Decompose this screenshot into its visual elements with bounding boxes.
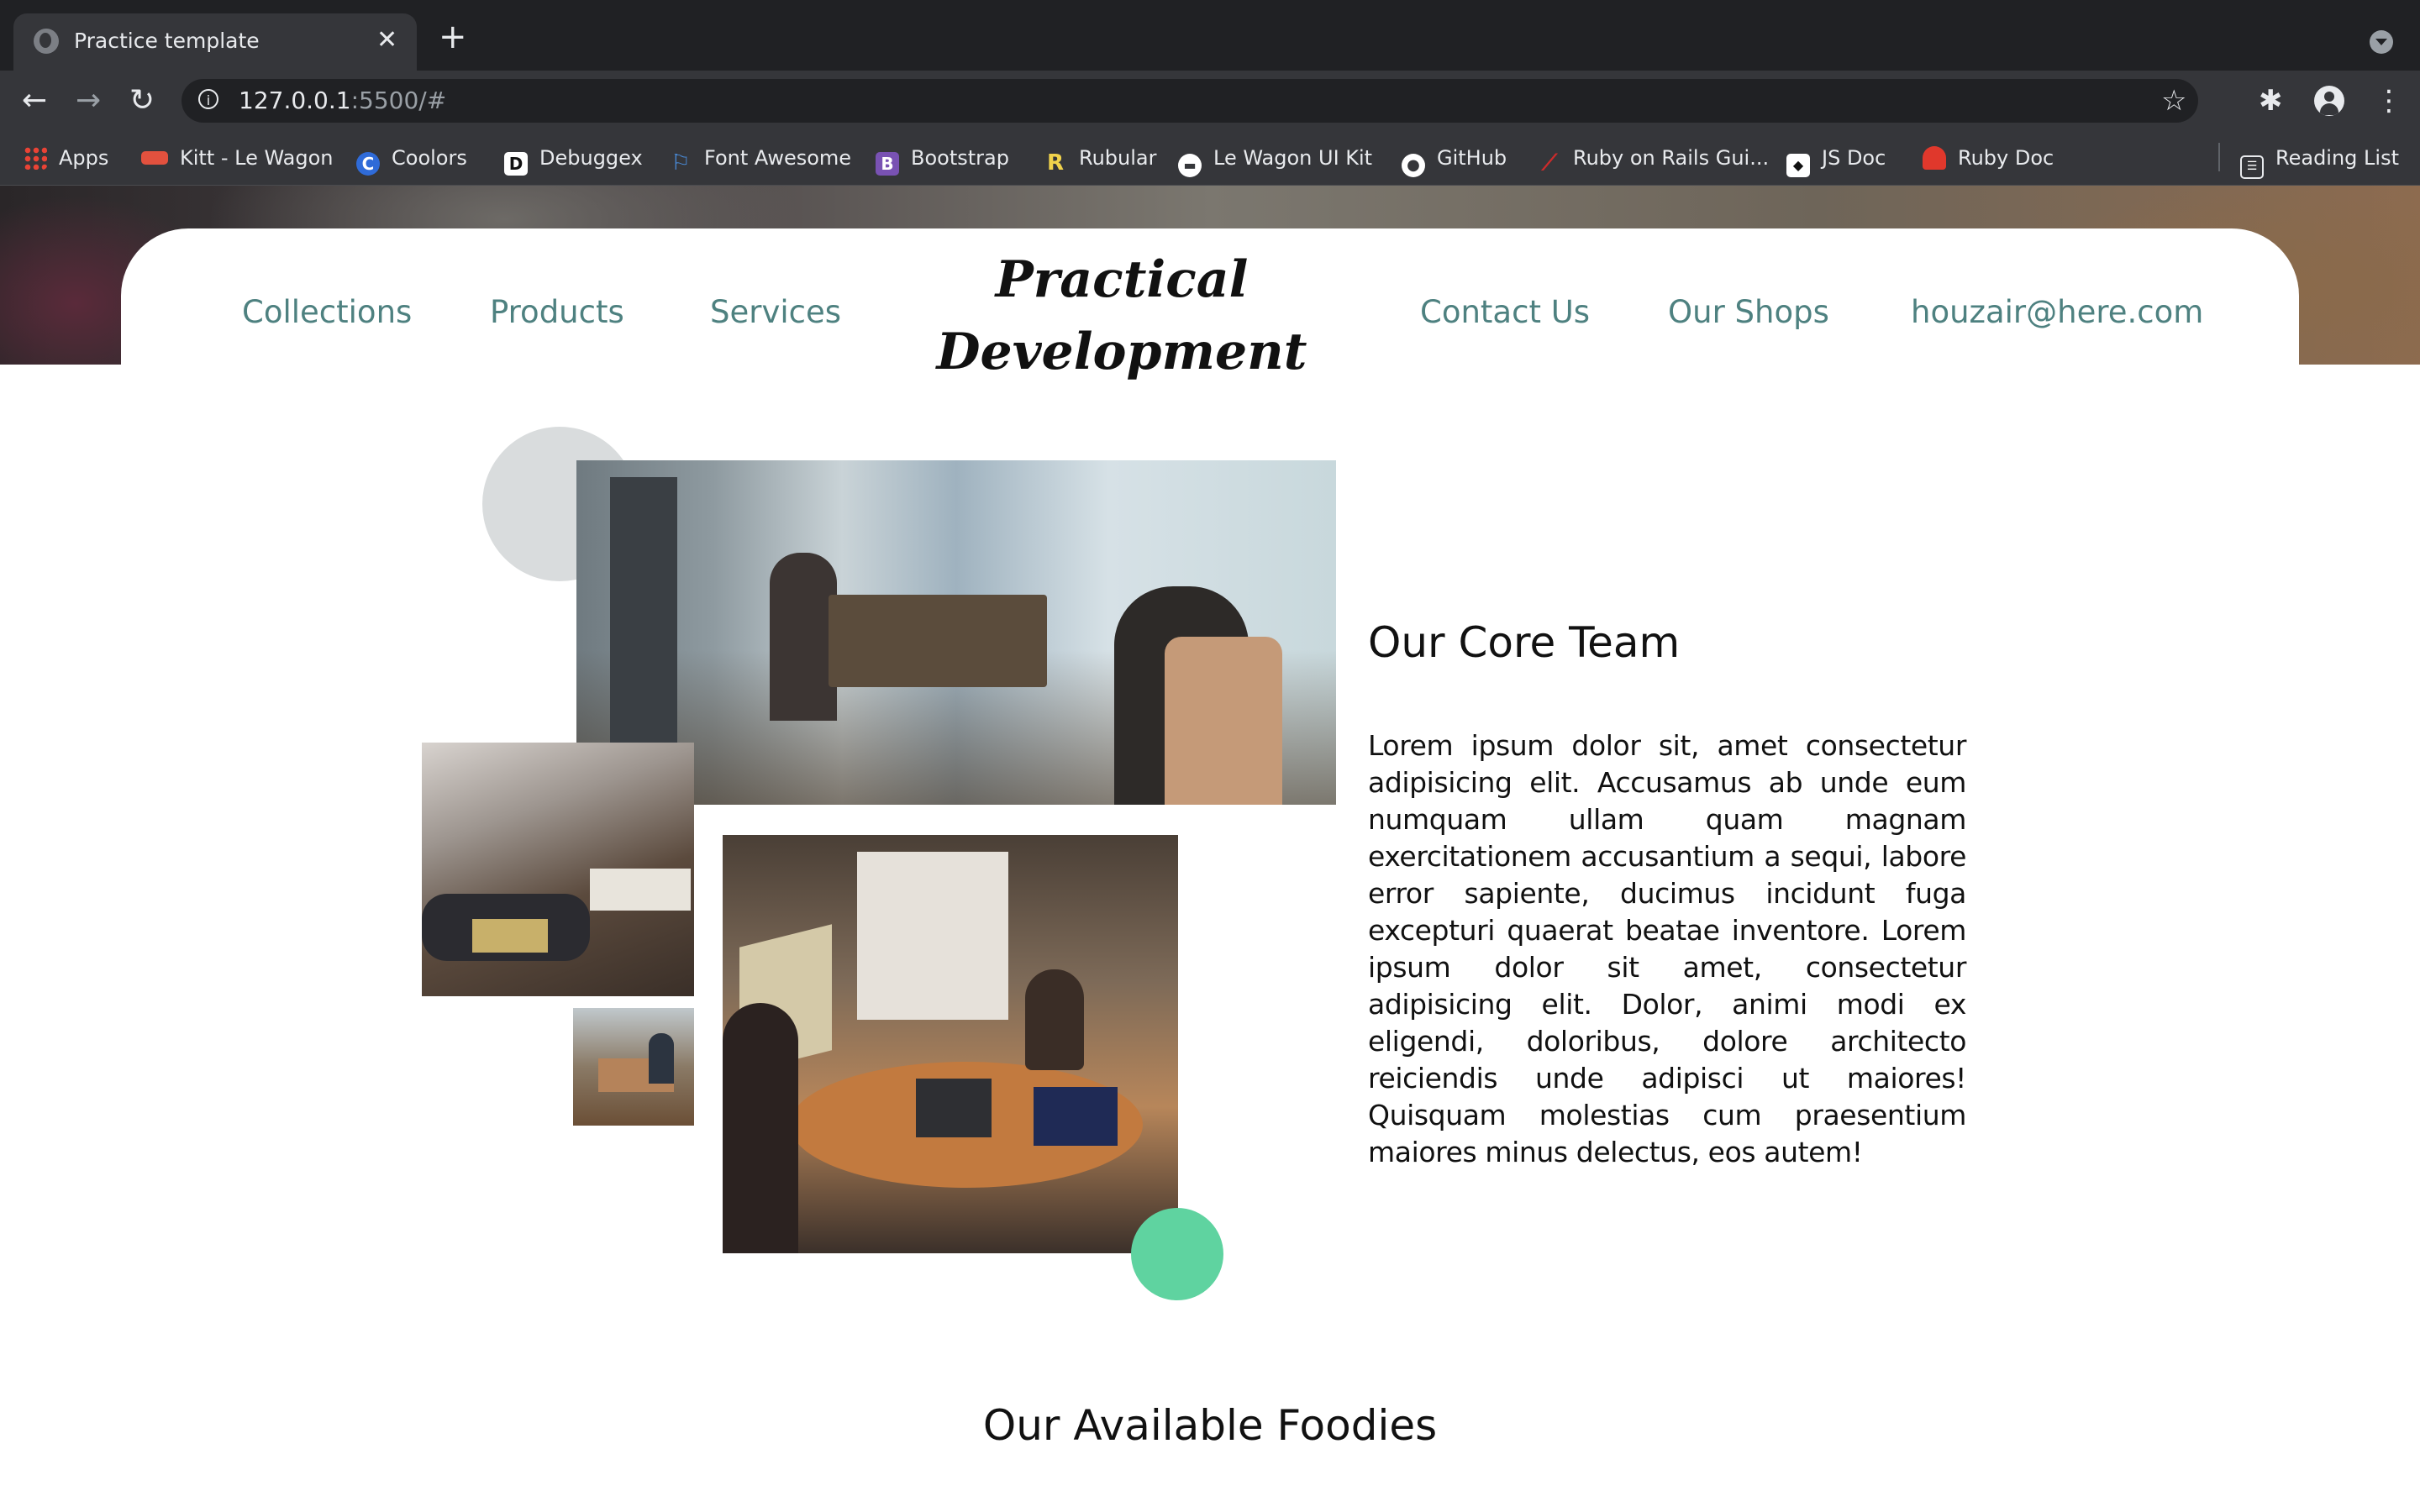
bookmark-ruby-doc[interactable]: Ruby Doc: [1923, 143, 2054, 173]
bookmark-label: Debuggex: [539, 146, 643, 170]
bookmark-label: Ruby on Rails Gui...: [1573, 146, 1770, 170]
nav-link-our-shops[interactable]: Our Shops: [1668, 289, 1829, 336]
bookmarks-separator: [2218, 143, 2220, 171]
github-icon: ●: [1402, 154, 1425, 177]
reload-icon[interactable]: ↻: [129, 82, 155, 119]
bookmark-kitt-le-wagon[interactable]: Kitt - Le Wagon: [141, 143, 334, 173]
globe-icon: [34, 29, 59, 54]
bookmark-coolors[interactable]: C Coolors: [356, 143, 467, 176]
bookmark-le-wagon-ui-kit[interactable]: ▬ Le Wagon UI Kit: [1178, 143, 1373, 177]
rails-icon: ⟋: [1541, 150, 1558, 176]
url-host: 127.0.0.1: [239, 87, 351, 114]
brand-line-2: Development: [936, 323, 1307, 381]
url-text: 127.0.0.1:5500/#: [239, 86, 446, 116]
bookmark-github[interactable]: ● GitHub: [1402, 143, 1507, 177]
nav-link-contact-us[interactable]: Contact Us: [1420, 289, 1590, 336]
close-icon[interactable]: ✕: [376, 25, 397, 55]
bookmark-label: Ruby Doc: [1958, 146, 2054, 170]
bookmark-star-icon[interactable]: ☆: [2161, 82, 2186, 119]
url-path: :5500/#: [350, 87, 447, 114]
decorative-green-circle: [1131, 1208, 1223, 1300]
debuggex-icon: D: [504, 152, 528, 176]
bookmark-label: Kitt - Le Wagon: [180, 146, 334, 170]
new-tab-button[interactable]: +: [439, 20, 467, 54]
foodies-heading: Our Available Foodies: [982, 1401, 1438, 1450]
bookmark-label: Bootstrap: [911, 146, 1009, 170]
profile-avatar-icon[interactable]: [2314, 86, 2344, 116]
address-bar[interactable]: i 127.0.0.1:5500/# ☆: [182, 79, 2198, 123]
bookmark-label: Rubular: [1079, 146, 1157, 170]
bookmark-debuggex[interactable]: D Debuggex: [504, 143, 643, 176]
coworking-thumbnail-photo: [573, 1008, 694, 1126]
le-wagon-icon: [141, 151, 168, 165]
bookmark-bootstrap[interactable]: B Bootstrap: [876, 143, 1009, 176]
browser-tab[interactable]: Practice template ✕: [13, 13, 417, 71]
apps-grid-icon: [24, 146, 47, 170]
bootstrap-icon: B: [876, 152, 899, 176]
nav-link-email[interactable]: houzair@here.com: [1911, 289, 2203, 336]
rubular-icon: R: [1046, 150, 1065, 176]
bookmark-apps[interactable]: Apps: [24, 143, 108, 173]
nav-link-collections[interactable]: Collections: [242, 289, 412, 336]
le-wagon-ui-kit-icon: ▬: [1178, 154, 1202, 177]
bookmark-ruby-on-rails-guides[interactable]: ⟋ Ruby on Rails Gui...: [1538, 143, 1770, 176]
bookmark-label: Coolors: [392, 146, 467, 170]
bookmark-font-awesome[interactable]: ⚐ Font Awesome: [669, 143, 852, 176]
flag-icon: ⚐: [671, 150, 691, 176]
bookmark-js-doc[interactable]: ◆ JS Doc: [1786, 143, 1886, 177]
reading-list[interactable]: ☰ Reading List: [2240, 143, 2399, 179]
bookmark-label: GitHub: [1437, 146, 1507, 170]
conference-table-photo: [723, 835, 1178, 1253]
reading-list-icon: ☰: [2240, 155, 2264, 179]
bookmark-label: JS Doc: [1822, 146, 1886, 170]
extensions-puzzle-icon[interactable]: ✱: [2259, 82, 2283, 119]
bookmark-rubular[interactable]: R Rubular: [1044, 143, 1157, 176]
brand-line-1: Practical: [995, 250, 1249, 309]
nav-link-services[interactable]: Services: [710, 289, 841, 336]
reading-list-label: Reading List: [2275, 146, 2399, 170]
core-team-description: Lorem ipsum dolor sit, amet consectetur …: [1368, 729, 1966, 1168]
tab-strip: Practice template ✕ +: [0, 0, 2420, 71]
brand-logo[interactable]: Practical Development: [924, 244, 1319, 388]
bookmark-label: Font Awesome: [704, 146, 852, 170]
menu-kebab-icon[interactable]: ⋮: [2375, 82, 2403, 119]
tab-title: Practice template: [74, 29, 260, 53]
forward-arrow-icon[interactable]: →: [76, 82, 101, 119]
tab-search-icon[interactable]: [2370, 30, 2393, 54]
meeting-hands-photo: [422, 743, 694, 996]
nav-link-products[interactable]: Products: [490, 289, 624, 336]
back-arrow-icon[interactable]: ←: [22, 82, 47, 119]
bookmarks-bar: Apps Kitt - Le Wagon C Coolors D Debuggex …: [0, 131, 2420, 186]
js-doc-icon: ◆: [1786, 154, 1810, 177]
core-team-heading: Our Core Team: [1368, 618, 1681, 667]
browser-toolbar: ← → ↻ i 127.0.0.1:5500/# ☆ ✱ ⋮: [0, 71, 2420, 131]
ruby-doc-icon: [1923, 146, 1946, 170]
bookmark-label: Le Wagon UI Kit: [1213, 146, 1373, 170]
bookmark-label: Apps: [59, 146, 109, 170]
coolors-icon: C: [356, 152, 380, 176]
info-icon[interactable]: i: [198, 89, 218, 109]
